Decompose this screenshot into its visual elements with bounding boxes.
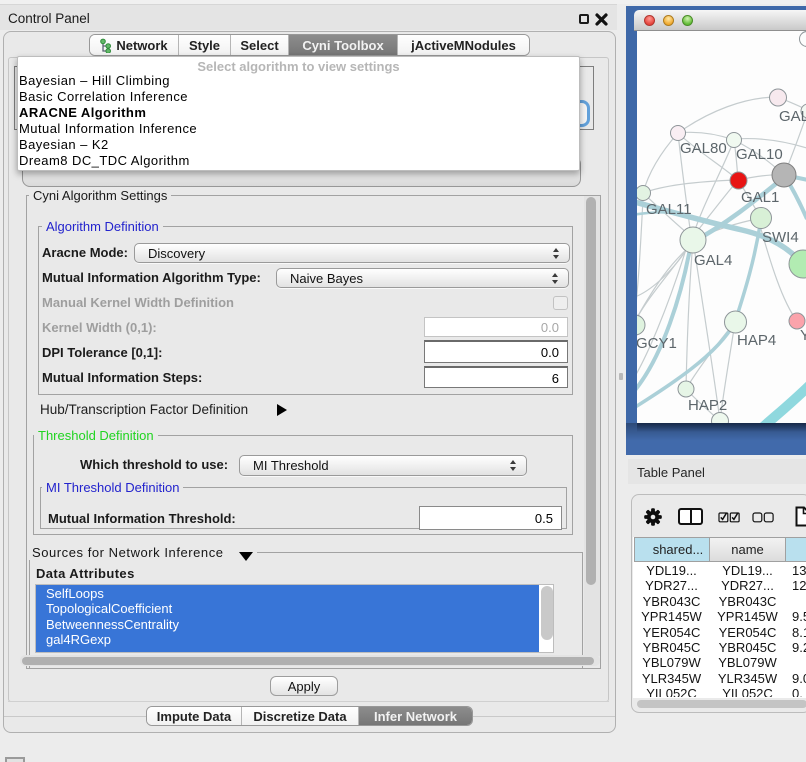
svg-text:GAL10: GAL10 xyxy=(736,146,783,163)
svg-text:GCY1: GCY1 xyxy=(637,335,677,352)
svg-text:GAL1: GAL1 xyxy=(741,189,779,206)
svg-text:SWI4: SWI4 xyxy=(762,229,799,246)
svg-text:HAP4: HAP4 xyxy=(737,332,776,349)
svg-text:Y: Y xyxy=(800,327,806,344)
svg-text:HAP2: HAP2 xyxy=(688,397,727,414)
svg-text:GAL80: GAL80 xyxy=(680,140,727,157)
svg-text:GAL4: GAL4 xyxy=(694,252,732,269)
svg-text:GAL2: GAL2 xyxy=(779,108,806,125)
svg-text:GAL11: GAL11 xyxy=(646,201,692,218)
